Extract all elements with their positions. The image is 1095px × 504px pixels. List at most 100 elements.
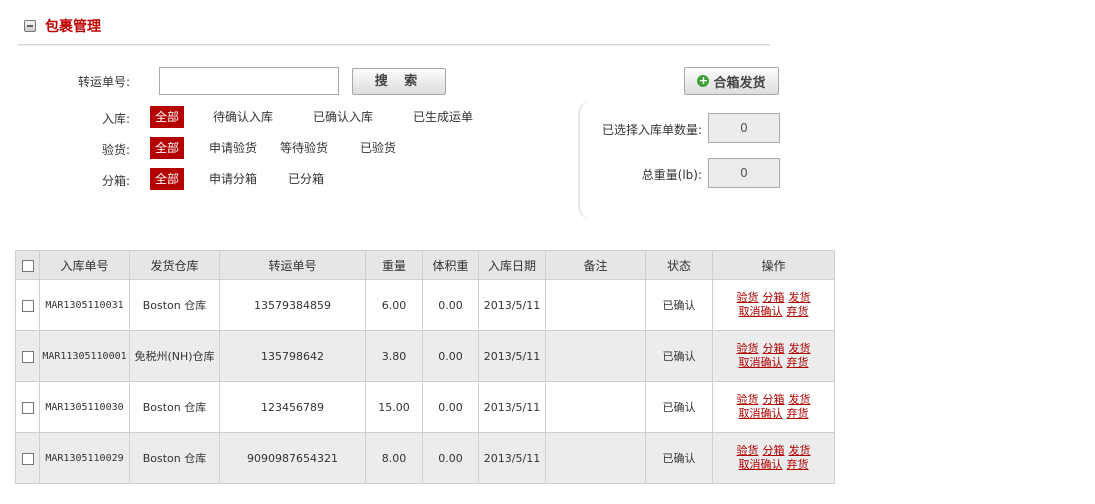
discard-link[interactable]: 弃货	[787, 356, 809, 369]
row-weight: 8.00	[365, 432, 423, 484]
storage-filter-all[interactable]: 全部	[150, 106, 185, 128]
storage-filter-waybill[interactable]: 已生成运单	[408, 106, 478, 128]
row-checkbox[interactable]	[21, 452, 34, 465]
inspect-filter-done[interactable]: 已验货	[355, 137, 401, 159]
storage-filter-pending[interactable]: 待确认入库	[208, 106, 278, 128]
row-weight: 6.00	[365, 279, 423, 331]
combine-ship-button[interactable]: + 合箱发货	[684, 67, 779, 95]
split-link[interactable]: 分箱	[763, 291, 785, 304]
row-volume: 0.00	[422, 330, 479, 382]
col-header-id: 入库单号	[39, 250, 130, 280]
row-status: 已确认	[645, 330, 713, 382]
row-tracking: 9090987654321	[219, 432, 366, 484]
row-weight: 3.80	[365, 330, 423, 382]
split-filter-done[interactable]: 已分箱	[283, 168, 329, 190]
inspect-link[interactable]: 验货	[737, 393, 759, 406]
row-date: 2013/5/11	[478, 330, 546, 382]
row-status: 已确认	[645, 279, 713, 331]
combine-ship-label: 合箱发货	[713, 75, 766, 91]
row-note	[545, 330, 646, 382]
row-actions: 验货 分箱 发货 取消确认 弃货	[712, 279, 835, 331]
select-all-cell[interactable]	[15, 250, 40, 280]
ship-link[interactable]: 发货	[789, 444, 811, 457]
table-row: MAR1305110030 Boston 仓库 123456789 15.00 …	[15, 381, 835, 433]
split-link[interactable]: 分箱	[763, 342, 785, 355]
col-header-warehouse: 发货仓库	[129, 250, 220, 280]
inspect-link[interactable]: 验货	[737, 342, 759, 355]
inspect-link[interactable]: 验货	[737, 444, 759, 457]
row-date: 2013/5/11	[478, 432, 546, 484]
ship-link[interactable]: 发货	[789, 291, 811, 304]
inspect-link[interactable]: 验货	[737, 291, 759, 304]
row-checkbox[interactable]	[21, 350, 34, 363]
inspect-filter-all[interactable]: 全部	[150, 137, 185, 159]
cancel-confirm-link[interactable]: 取消确认	[739, 356, 783, 369]
tracking-number-input[interactable]	[159, 67, 339, 95]
search-label: 转运单号:	[77, 75, 130, 89]
col-header-tracking: 转运单号	[219, 250, 366, 280]
col-header-volume: 体积重	[422, 250, 479, 280]
split-link[interactable]: 分箱	[763, 393, 785, 406]
ship-link[interactable]: 发货	[789, 342, 811, 355]
row-checkbox[interactable]	[21, 299, 34, 312]
select-all-checkbox[interactable]	[21, 259, 34, 272]
cancel-confirm-link[interactable]: 取消确认	[739, 407, 783, 420]
col-header-date: 入库日期	[478, 250, 546, 280]
plus-circle-icon: +	[697, 74, 710, 87]
page-title: 包裹管理	[45, 19, 101, 35]
collapse-icon[interactable]	[24, 20, 36, 32]
row-warehouse: Boston 仓库	[129, 279, 220, 331]
col-header-actions: 操作	[712, 250, 835, 280]
ship-link[interactable]: 发货	[789, 393, 811, 406]
row-note	[545, 432, 646, 484]
table-header-row: 入库单号 发货仓库 转运单号 重量 体积重 入库日期 备注 状态 操作	[15, 250, 835, 280]
row-id: MAR11305110001	[39, 330, 130, 382]
total-weight-value: 0	[708, 158, 780, 188]
split-filter-requested[interactable]: 申请分箱	[204, 168, 262, 190]
inspect-filter-requested[interactable]: 申请验货	[204, 137, 262, 159]
row-warehouse: Boston 仓库	[129, 381, 220, 433]
row-volume: 0.00	[422, 381, 479, 433]
cancel-confirm-link[interactable]: 取消确认	[739, 305, 783, 318]
selected-count-label: 已选择入库单数量:	[601, 123, 702, 137]
row-actions: 验货 分箱 发货 取消确认 弃货	[712, 432, 835, 484]
selected-count-value: 0	[708, 113, 780, 143]
col-header-weight: 重量	[365, 250, 423, 280]
storage-filter-label: 入库:	[101, 112, 130, 126]
row-actions: 验货 分箱 发货 取消确认 弃货	[712, 381, 835, 433]
total-weight-label: 总重量(lb):	[641, 168, 702, 182]
row-warehouse: Boston 仓库	[129, 432, 220, 484]
page-header: 包裹管理	[24, 14, 101, 38]
split-filter-all[interactable]: 全部	[150, 168, 185, 190]
col-header-status: 状态	[645, 250, 713, 280]
row-weight: 15.00	[365, 381, 423, 433]
row-id: MAR1305110031	[39, 279, 130, 331]
row-volume: 0.00	[422, 279, 479, 331]
row-checkbox[interactable]	[21, 401, 34, 414]
row-date: 2013/5/11	[478, 279, 546, 331]
package-table: 入库单号 发货仓库 转运单号 重量 体积重 入库日期 备注 状态 操作 MAR1…	[15, 250, 835, 484]
row-date: 2013/5/11	[478, 381, 546, 433]
row-tracking: 135798642	[219, 330, 366, 382]
discard-link[interactable]: 弃货	[787, 407, 809, 420]
row-tracking: 123456789	[219, 381, 366, 433]
row-note	[545, 381, 646, 433]
title-divider	[18, 44, 770, 45]
panel-divider	[578, 100, 594, 220]
inspect-filter-waiting[interactable]: 等待验货	[275, 137, 333, 159]
search-button[interactable]: 搜 索	[352, 68, 446, 95]
row-status: 已确认	[645, 381, 713, 433]
table-row: MAR11305110001 免税州(NH)仓库 135798642 3.80 …	[15, 330, 835, 382]
split-link[interactable]: 分箱	[763, 444, 785, 457]
row-status: 已确认	[645, 432, 713, 484]
cancel-confirm-link[interactable]: 取消确认	[739, 458, 783, 471]
table-row: MAR1305110029 Boston 仓库 9090987654321 8.…	[15, 432, 835, 484]
discard-link[interactable]: 弃货	[787, 458, 809, 471]
row-note	[545, 279, 646, 331]
discard-link[interactable]: 弃货	[787, 305, 809, 318]
storage-filter-confirmed[interactable]: 已确认入库	[308, 106, 378, 128]
row-tracking: 13579384859	[219, 279, 366, 331]
row-id: MAR1305110029	[39, 432, 130, 484]
row-volume: 0.00	[422, 432, 479, 484]
table-row: MAR1305110031 Boston 仓库 13579384859 6.00…	[15, 279, 835, 331]
